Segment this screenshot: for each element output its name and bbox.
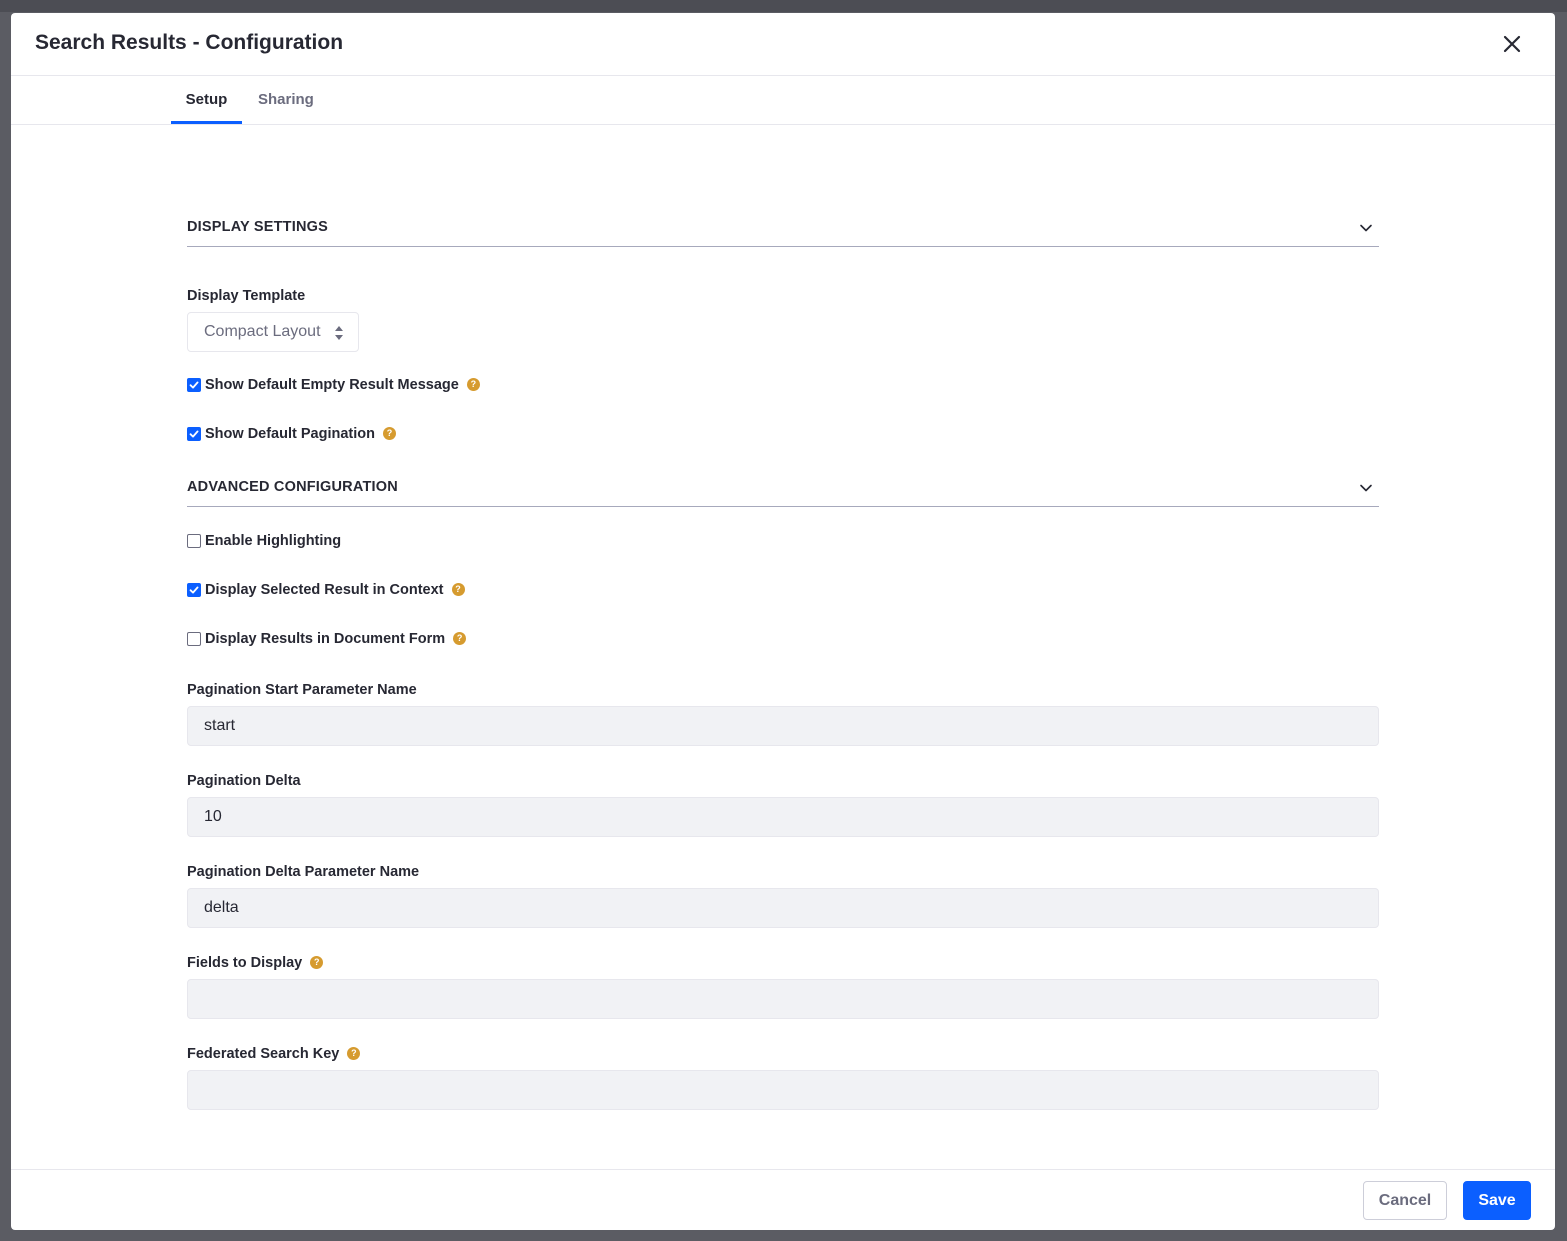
modal-footer: Cancel Save [11,1169,1555,1230]
page-backdrop [0,0,1567,12]
tab-setup[interactable]: Setup [171,76,242,124]
pagination-delta-value: 10 [204,808,222,825]
tab-sharing[interactable]: Sharing [258,76,314,124]
select-arrows-icon [335,326,343,340]
checkmark-icon [189,586,199,594]
display-selected-in-context-checkbox[interactable] [187,583,201,597]
help-icon[interactable]: ? [382,427,396,440]
fields-to-display-label: Fields to Display? [187,955,324,971]
enable-highlighting-label: Enable Highlighting [205,533,342,549]
close-button[interactable] [1499,31,1525,57]
display-template-value: Compact Layout [204,323,321,340]
save-button[interactable]: Save [1463,1181,1531,1220]
pagination-delta-param-label: Pagination Delta Parameter Name [187,864,420,880]
show-empty-message-checkbox[interactable] [187,378,201,392]
chevron-down-icon [1360,484,1372,492]
display-template-select[interactable]: Compact Layout [187,312,359,352]
display-in-document-form-label: Display Results in Document Form? [205,631,467,647]
fields-to-display-input[interactable] [187,979,1379,1019]
display-settings-header[interactable]: DISPLAY SETTINGS [187,211,1379,247]
help-icon[interactable]: ? [466,378,480,391]
help-icon[interactable]: ? [451,583,465,596]
advanced-configuration-header[interactable]: ADVANCED CONFIGURATION [187,471,1379,507]
configuration-modal: Search Results - Configuration Setup Sha… [11,13,1555,1230]
pagination-delta-label: Pagination Delta [187,773,301,789]
help-icon[interactable]: ? [453,632,467,645]
help-icon[interactable]: ? [310,956,324,969]
pagination-start-value: start [204,717,236,734]
close-icon [1503,35,1521,53]
help-icon[interactable]: ? [347,1047,361,1060]
federated-search-key-label: Federated Search Key? [187,1046,361,1062]
enable-highlighting-checkbox[interactable] [187,534,201,548]
pagination-start-label: Pagination Start Parameter Name [187,682,417,698]
checkmark-icon [189,381,199,389]
modal-header: Search Results - Configuration [11,13,1555,76]
chevron-down-icon [1360,224,1372,232]
show-pagination-checkbox[interactable] [187,427,201,441]
pagination-start-input[interactable]: start [187,706,1379,746]
pagination-delta-param-value: delta [204,899,239,916]
display-settings-title: DISPLAY SETTINGS [187,219,328,235]
display-selected-in-context-label: Display Selected Result in Context? [205,582,465,598]
federated-search-key-input[interactable] [187,1070,1379,1110]
tab-bar: Setup Sharing [11,76,1555,125]
pagination-delta-input[interactable]: 10 [187,797,1379,837]
pagination-delta-param-input[interactable]: delta [187,888,1379,928]
cancel-button[interactable]: Cancel [1363,1181,1447,1220]
show-pagination-label: Show Default Pagination? [205,426,396,442]
show-empty-message-label: Show Default Empty Result Message? [205,377,480,393]
modal-title: Search Results - Configuration [35,31,344,54]
display-in-document-form-checkbox[interactable] [187,632,201,646]
display-template-label: Display Template [187,288,306,304]
checkmark-icon [189,430,199,438]
advanced-configuration-title: ADVANCED CONFIGURATION [187,479,398,495]
